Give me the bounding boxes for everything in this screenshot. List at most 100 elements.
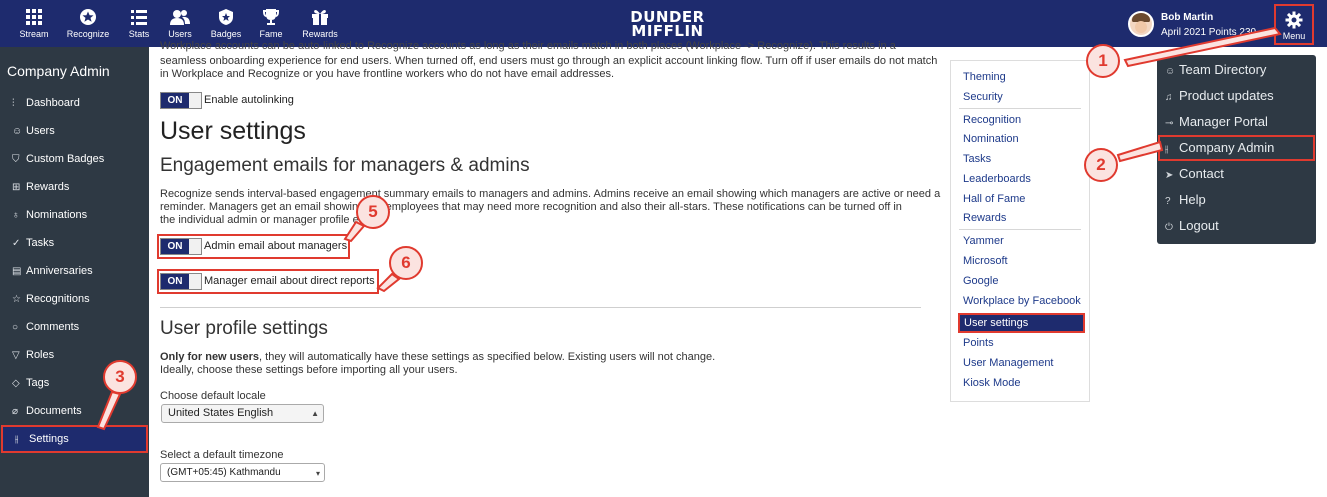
sidebar-item-label: Comments [26,321,80,333]
timezone-label: Select a default timezone [160,449,284,461]
nav-badges[interactable]: Badges [204,8,248,39]
sidebar-item-label: Dashboard [26,97,80,109]
highlight-company-admin [1158,135,1315,161]
subnav-tasks[interactable]: Tasks [963,153,991,165]
sidebar-item-dashboard[interactable]: ⫶ Dashboard [0,89,149,117]
subnav-recognition[interactable]: Recognition [963,114,1021,126]
user-icon: ☺ [12,125,23,137]
menu-item-label: Manager Portal [1179,114,1268,129]
nav-stream-label: Stream [19,29,49,39]
menu-item-contact[interactable]: ➤ Contact [1165,166,1224,181]
brand-logo[interactable]: DUNDER MIFFLIN [620,10,715,39]
nav-recognize-label: Recognize [66,29,110,39]
sidebar-item-label: Anniversaries [26,265,93,277]
timezone-select[interactable]: (GMT+05:45) Kathmandu ▾ [160,463,325,482]
nav-rewards[interactable]: Rewards [298,8,342,39]
menu-item-product-updates[interactable]: ♫ Product updates [1165,88,1274,103]
sliders-icon: ⫲ [15,433,19,445]
profile-text-line-2: Ideally, choose these settings before im… [160,364,458,376]
sidebar-item-rewards[interactable]: ⊞ Rewards [0,173,149,201]
sidebar-item-recognitions[interactable]: ☆ Recognitions [0,285,149,313]
subnav-leaderboards[interactable]: Leaderboards [963,173,1031,185]
sidebar-item-label: Settings [29,433,69,445]
nav-stream[interactable]: Stream [12,8,56,39]
autolink-toggle[interactable]: ON [160,92,202,109]
subnav-kiosk-mode[interactable]: Kiosk Mode [963,377,1020,389]
menu-item-team-directory[interactable]: ☺ Team Directory [1165,62,1266,77]
sidebar-item-documents[interactable]: ⌀ Documents [0,397,149,425]
sidebar-item-label: Custom Badges [26,153,105,165]
star-badge-icon [80,9,96,25]
subnav-rewards[interactable]: Rewards [963,212,1006,224]
callout-1: 1 [1086,44,1120,78]
admin-email-label: Admin email about managers [204,240,348,252]
profile-rest-text: , they will automatically have these set… [259,351,716,363]
intro-text-line-1: Workplace accounts can be auto-linked to… [160,40,896,52]
locale-label: Choose default locale [160,390,266,402]
intro-text-line-2: seamless onboarding experience for end u… [160,55,938,67]
filter-icon: ▽ [12,349,20,361]
locale-value: United States English [168,407,274,419]
sidebar-item-custom-badges[interactable]: ⛉ Custom Badges [0,145,149,173]
engagement-text-line-3: the individual admin or manager profile … [160,214,374,226]
subnav-nomination[interactable]: Nomination [963,133,1019,145]
nav-users[interactable]: Users [158,8,202,39]
subnav-security[interactable]: Security [963,91,1003,103]
subnav-microsoft[interactable]: Microsoft [963,255,1008,267]
nav-rewards-label: Rewards [302,29,338,39]
subnav-workplace[interactable]: Workplace by Facebook [963,295,1081,307]
menu-item-manager-portal[interactable]: ⊸ Manager Portal [1165,114,1268,129]
grid-icon [26,9,42,25]
sidebar-item-settings[interactable]: ⫲ Settings [1,425,148,453]
timezone-value: (GMT+05:45) Kathmandu [167,467,281,478]
gift-icon [312,10,328,25]
engagement-heading: Engagement emails for managers & admins [160,155,530,176]
sidebar-item-anniversaries[interactable]: ▤ Anniversaries [0,257,149,285]
profile-bold-text: Only for new users [160,351,260,363]
menu-item-label: Help [1179,192,1206,207]
sidebar-item-tasks[interactable]: ✓ Tasks [0,229,149,257]
nav-recognize[interactable]: Recognize [66,8,110,39]
sidebar-item-comments[interactable]: ○ Comments [0,313,149,341]
toggle-state: ON [161,93,189,108]
subnav-divider [959,229,1081,230]
subnav-user-settings[interactable]: User settings [958,313,1085,333]
subnav-divider [959,108,1081,109]
sidebar-item-label: Users [26,125,55,137]
toggle-state: ON [161,274,189,289]
menu-item-logout[interactable]: ⏻ Logout [1165,218,1219,233]
autolink-label: Enable autolinking [204,94,294,106]
check-circle-icon: ✓ [12,237,21,249]
locale-select[interactable]: United States English ▲ [161,404,324,423]
tag-icon: ◇ [12,377,20,389]
profile-heading: User profile settings [160,318,328,339]
subnav-google[interactable]: Google [963,275,998,287]
menu-item-help[interactable]: ? Help [1165,192,1206,207]
sidebar-item-label: Roles [26,349,55,361]
avatar[interactable] [1128,11,1154,37]
key-icon: ⊸ [1165,118,1174,129]
subnav-hall-of-fame[interactable]: Hall of Fame [963,193,1025,205]
sidebar-item-label: Tags [26,377,50,389]
manager-email-toggle[interactable]: ON [160,273,202,290]
nav-stats[interactable]: Stats [117,8,161,39]
subnav-user-management[interactable]: User Management [963,357,1054,369]
chevron-down-icon: ▾ [315,469,320,478]
subnav-theming[interactable]: Theming [963,71,1006,83]
bar-chart-icon: ⫶ [12,97,15,109]
menu-button[interactable]: Menu [1274,4,1314,45]
shield-icon: ⛉ [12,153,20,165]
admin-email-toggle[interactable]: ON [160,238,202,255]
nav-stats-label: Stats [128,29,150,39]
subnav-yammer[interactable]: Yammer [963,235,1004,247]
nav-fame-label: Fame [259,29,283,39]
sidebar-item-nominations[interactable]: ♁ Nominations [0,201,149,229]
star-icon: ☆ [12,293,21,305]
user-name[interactable]: Bob Martin [1161,12,1213,23]
nav-fame[interactable]: Fame [249,8,293,39]
admin-sidebar: Company Admin ⫶ Dashboard ☺ Users ⛉ Custom … [0,47,149,497]
help-icon: ? [1165,196,1171,207]
sidebar-item-users[interactable]: ☺ Users [0,117,149,145]
engagement-text-line-2: reminder. Managers get an email showing … [160,201,902,213]
subnav-points[interactable]: Points [963,337,994,349]
